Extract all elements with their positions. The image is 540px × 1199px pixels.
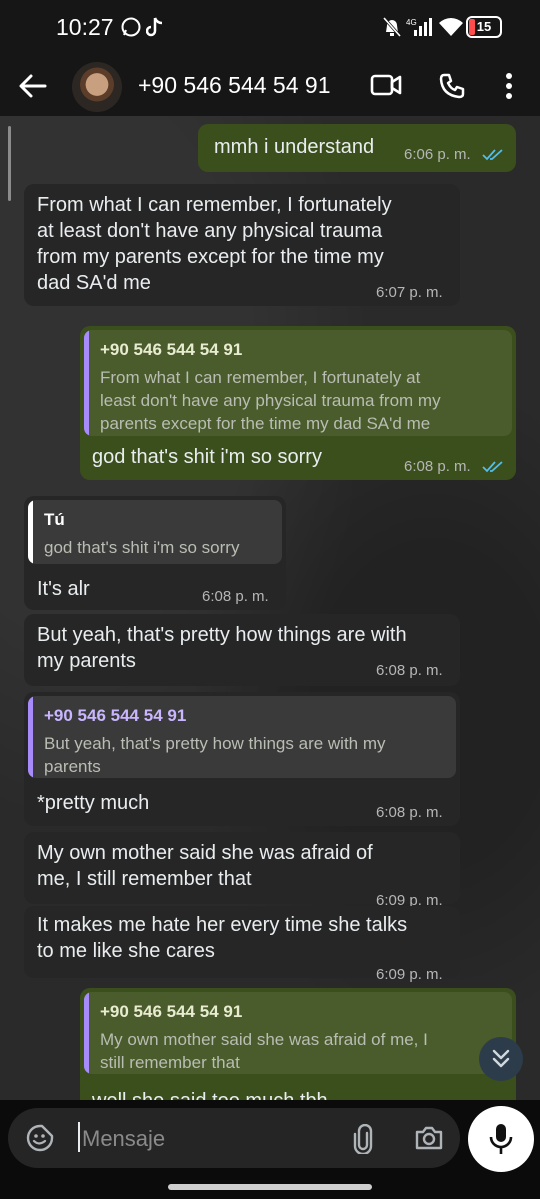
message-time: 6:08 p. m.	[376, 804, 443, 821]
tiktok-icon	[146, 17, 163, 37]
mute-icon	[382, 17, 402, 37]
message-bubble-incoming[interactable]: My own mother said she was afraid of me,…	[24, 832, 460, 909]
composer: Mensaje	[0, 1100, 540, 1199]
message-time: 6:08 p. m.	[376, 662, 443, 679]
scroll-to-bottom-button[interactable]	[479, 1037, 523, 1081]
back-arrow-icon[interactable]	[18, 72, 48, 100]
message-bubble-incoming[interactable]: Tú god that's shit i'm so sorry It's alr…	[24, 496, 286, 610]
reply-quote[interactable]: +90 546 544 54 91 But yeah, that's prett…	[28, 696, 456, 778]
quote-line: parents except for the time my dad SA'd …	[100, 414, 431, 433]
scroll-down-icon	[492, 1049, 510, 1068]
reply-quote[interactable]: Tú god that's shit i'm so sorry	[28, 500, 282, 564]
scrollbar[interactable]	[8, 126, 11, 201]
message-bubble-outgoing[interactable]: +90 546 544 54 91 My own mother said she…	[80, 988, 516, 1100]
contact-avatar[interactable]	[72, 62, 122, 112]
message-placeholder: Mensaje	[82, 1126, 166, 1151]
message-time: 6:08 p. m.	[202, 588, 269, 605]
video-call-icon[interactable]	[370, 72, 402, 98]
message-text: mmh i understand	[214, 136, 375, 158]
message-line: dad SA'd me	[37, 272, 151, 294]
message-line: But yeah, that's pretty how things are w…	[37, 624, 407, 646]
message-line: to me like she cares	[37, 940, 215, 962]
message-text: It's alr	[37, 578, 90, 600]
message-line: It makes me hate her every time she talk…	[37, 914, 408, 936]
message-line: From what I can remember, I fortunately	[37, 194, 392, 216]
quote-line: From what I can remember, I fortunately …	[100, 368, 421, 387]
message-list[interactable]: mmh i understand 6:06 p. m. From what I …	[0, 116, 540, 1100]
svg-text:4G: 4G	[406, 18, 417, 27]
signal-icon: 4G	[406, 18, 432, 36]
quote-line: parents	[44, 757, 101, 776]
quote-line: My own mother said she was afraid of me,…	[100, 1030, 428, 1049]
text-caret	[78, 1122, 80, 1152]
chat-header: +90 546 544 54 91	[0, 56, 540, 116]
quote-line: god that's shit i'm so sorry	[44, 538, 240, 557]
battery-indicator: 15	[466, 16, 502, 38]
sticker-icon[interactable]	[26, 1124, 54, 1152]
quote-author: +90 546 544 54 91	[44, 706, 187, 725]
status-time: 10:27	[56, 14, 114, 40]
message-bubble-outgoing[interactable]: +90 546 544 54 91 From what I can rememb…	[80, 326, 516, 480]
message-time: 6:09 p. m.	[376, 966, 443, 983]
quote-author: Tú	[44, 510, 65, 529]
camera-icon[interactable]	[414, 1124, 444, 1152]
double-check-icon	[482, 149, 503, 161]
message-line: me, I still remember that	[37, 868, 252, 890]
message-line: My own mother said she was afraid of	[37, 842, 373, 864]
more-vert-icon[interactable]	[504, 72, 514, 100]
attach-icon[interactable]	[352, 1124, 374, 1154]
contact-name[interactable]: +90 546 544 54 91	[138, 72, 331, 99]
voice-record-button[interactable]	[468, 1106, 534, 1172]
message-bubble-incoming[interactable]: But yeah, that's pretty how things are w…	[24, 614, 460, 686]
reply-quote[interactable]: +90 546 544 54 91 My own mother said she…	[84, 992, 512, 1074]
message-time: 6:08 p. m.	[404, 458, 471, 475]
phone-call-icon[interactable]	[438, 72, 466, 100]
message-bubble-outgoing[interactable]: mmh i understand 6:06 p. m.	[198, 124, 516, 172]
message-bubble-incoming[interactable]: From what I can remember, I fortunately …	[24, 184, 460, 306]
message-bubble-incoming[interactable]: +90 546 544 54 91 But yeah, that's prett…	[24, 692, 460, 826]
message-time: 6:07 p. m.	[376, 284, 443, 301]
quote-author: +90 546 544 54 91	[100, 340, 243, 359]
double-check-icon	[482, 461, 503, 473]
message-input[interactable]: Mensaje	[8, 1108, 460, 1168]
quote-line: still remember that	[100, 1053, 240, 1072]
message-text: god that's shit i'm so sorry	[92, 446, 322, 468]
whatsapp-icon	[121, 17, 141, 37]
message-bubble-incoming[interactable]: It makes me hate her every time she talk…	[24, 906, 460, 983]
quote-line: But yeah, that's pretty how things are w…	[44, 734, 386, 753]
message-time: 6:06 p. m.	[404, 146, 471, 163]
status-bar: 10:27 4G 15	[0, 0, 540, 56]
message-text: well she said too much tbh	[92, 1088, 328, 1100]
message-line: from my parents except for the time my	[37, 246, 384, 268]
message-line: my parents	[37, 650, 136, 672]
mic-icon	[489, 1124, 513, 1154]
reply-quote[interactable]: +90 546 544 54 91 From what I can rememb…	[84, 330, 512, 436]
quote-author: +90 546 544 54 91	[100, 1002, 243, 1021]
message-text: *pretty much	[37, 792, 150, 814]
wifi-icon	[439, 18, 463, 36]
gesture-bar[interactable]	[168, 1184, 372, 1190]
quote-line: least don't have any physical trauma fro…	[100, 391, 441, 410]
battery-level: 15	[476, 19, 492, 34]
message-line: at least don't have any physical trauma	[37, 220, 383, 242]
